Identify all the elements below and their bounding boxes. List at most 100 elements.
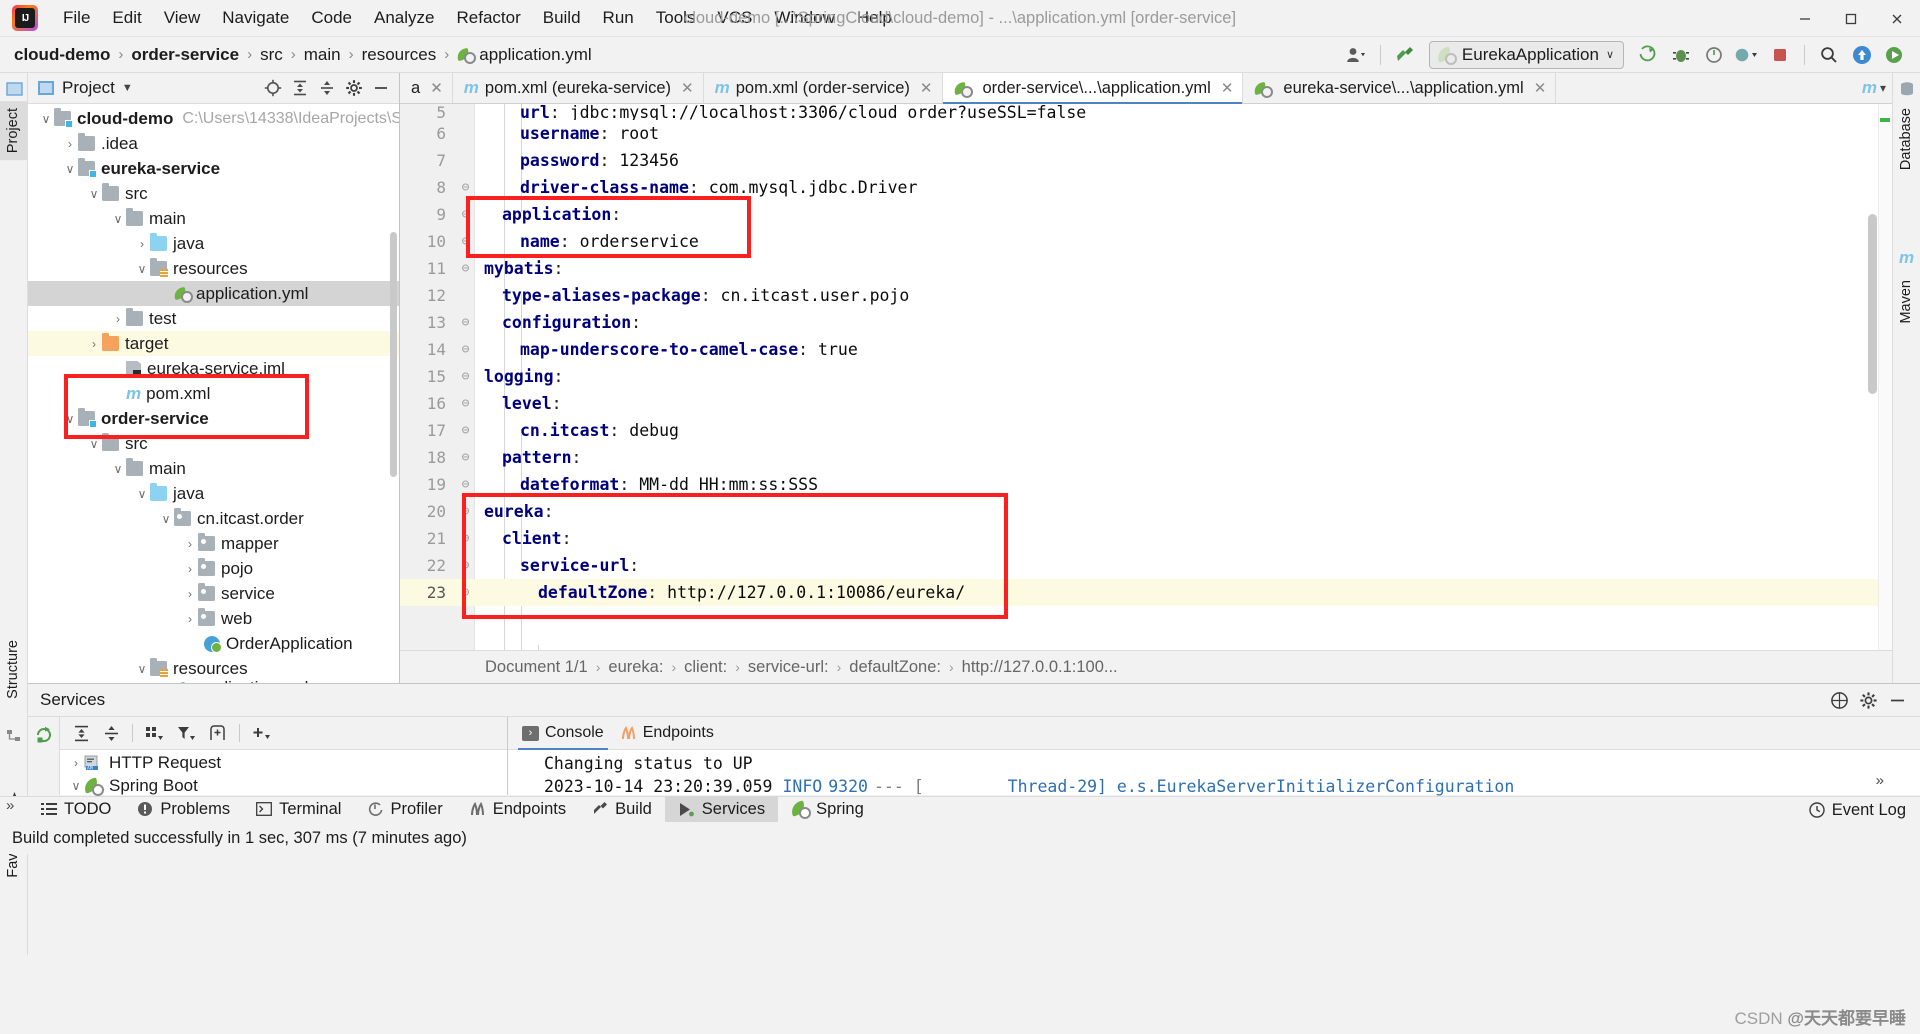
fold-marker[interactable]: ⊖ [456, 181, 475, 194]
expand-arrow-icon[interactable]: ∨ [158, 512, 174, 526]
fold-marker[interactable]: ⊖ [456, 343, 475, 356]
tree-row-test[interactable]: › test [28, 306, 399, 331]
sidebar-tab-structure[interactable]: Structure [0, 633, 27, 706]
code-line-5[interactable]: 5 url: jdbc:mysql://localhost:3306/cloud… [400, 104, 1892, 120]
maximize-button[interactable] [1828, 0, 1874, 37]
expand-arrow-icon[interactable]: ∨ [134, 662, 150, 676]
breadcrumb-url-value[interactable]: http://127.0.0.1:100... [962, 658, 1118, 677]
event-log-tab[interactable]: Event Log [1808, 797, 1906, 823]
expand-arrow-icon[interactable]: › [182, 612, 198, 626]
expand-arrow-icon[interactable]: ∨ [62, 162, 78, 176]
tab-spring[interactable]: Spring [778, 796, 877, 822]
editor-tab-order-application-yml[interactable]: order-service\...\application.yml ✕ [942, 73, 1244, 104]
services-tree-row-http-request[interactable]: › API HTTP Request [60, 750, 507, 775]
expand-arrow-icon[interactable]: ∨ [110, 212, 126, 226]
project-tree[interactable]: ∨ cloud-demo C:\Users\14338\IdeaProjects… [28, 104, 399, 683]
code-line-14[interactable]: 14 ⊖ map-underscore-to-camel-case: true [400, 336, 1892, 363]
tree-row-idea[interactable]: › .idea [28, 131, 399, 156]
expand-arrow-icon[interactable]: ∨ [134, 262, 150, 276]
run-with-profiler-icon[interactable] [1699, 41, 1729, 69]
breadcrumb-eureka[interactable]: eureka: [608, 658, 663, 677]
expand-tool-windows-icon[interactable]: » [6, 797, 14, 814]
tree-row-resources[interactable]: ∨ resources [28, 256, 399, 281]
expand-arrow-icon[interactable]: › [182, 537, 198, 551]
editor-tab-eureka-application-yml[interactable]: eureka-service\...\application.yml ✕ [1243, 73, 1557, 103]
add-service-icon[interactable] [251, 724, 272, 743]
fold-marker[interactable]: ⊖ [456, 235, 475, 248]
tree-row-package-pojo[interactable]: › pojo [28, 556, 399, 581]
tree-row-pom-xml-eureka[interactable]: m pom.xml [28, 381, 399, 406]
expand-all-icon[interactable] [72, 724, 91, 743]
tree-row-src-order[interactable]: ∨ src [28, 431, 399, 456]
chevron-down-icon[interactable]: ▾ [1880, 81, 1886, 95]
tree-row-order-service[interactable]: ∨ order-service [28, 406, 399, 431]
fold-marker[interactable]: ⊖ [456, 397, 475, 410]
tree-row-target[interactable]: › target [28, 331, 399, 356]
user-account-icon[interactable] [1341, 41, 1371, 69]
editor-tab-pom-eureka[interactable]: m pom.xml (eureka-service) ✕ [453, 73, 704, 103]
code-line-22[interactable]: 22 ⊖ service-url: [400, 552, 1892, 579]
nav-crumb-src[interactable]: src [260, 45, 283, 65]
fold-marker[interactable]: ⊖ [456, 586, 475, 599]
search-icon[interactable] [1814, 41, 1844, 69]
expand-arrow-icon[interactable]: › [182, 562, 198, 576]
run-configuration-selector[interactable]: EurekaApplication ∨ [1428, 40, 1624, 69]
menu-view[interactable]: View [153, 5, 212, 31]
run-dropdown-icon[interactable] [1880, 41, 1910, 69]
expand-all-icon[interactable] [287, 76, 312, 100]
update-project-icon[interactable] [1847, 41, 1877, 69]
sidebar-tab-database[interactable]: Database [1892, 101, 1920, 177]
tab-endpoints[interactable]: Endpoints [620, 717, 714, 750]
tab-console[interactable]: › Console [518, 717, 608, 750]
expand-arrow-icon[interactable]: › [62, 137, 78, 151]
group-by-icon[interactable] [144, 724, 165, 743]
tree-row-package-cn-itcast-order[interactable]: ∨ cn.itcast.order [28, 506, 399, 531]
sidebar-tab-project[interactable]: Project [0, 101, 27, 161]
menu-navigate[interactable]: Navigate [211, 5, 300, 31]
minimize-button[interactable] [1782, 0, 1828, 37]
error-stripe-gutter[interactable] [1878, 104, 1892, 683]
tab-services[interactable]: Services [664, 796, 779, 822]
tree-row-order-application[interactable]: OrderApplication [28, 631, 399, 656]
rerun-icon[interactable] [34, 725, 54, 745]
close-icon[interactable]: ✕ [681, 79, 694, 97]
fold-marker[interactable]: ⊖ [456, 208, 475, 221]
nav-crumb-main[interactable]: main [304, 45, 341, 65]
tree-row-eureka-service-iml[interactable]: eureka-service.iml [28, 356, 399, 381]
tree-row-package-web[interactable]: › web [28, 606, 399, 631]
tab-todo[interactable]: TODO [28, 796, 124, 822]
code-line-18[interactable]: 18 ⊖ pattern: [400, 444, 1892, 471]
close-button[interactable] [1874, 0, 1920, 37]
expand-arrow-icon[interactable]: ∨ [68, 779, 84, 793]
close-icon[interactable]: ✕ [1221, 79, 1234, 97]
settings-gear-icon[interactable] [341, 76, 366, 100]
tab-terminal[interactable]: Terminal [243, 796, 354, 822]
services-tree-row-spring-boot[interactable]: ∨ Spring Boot [60, 775, 507, 797]
nav-crumb-resources[interactable]: resources [362, 45, 437, 65]
code-line-20[interactable]: 20 ⊖ eureka: [400, 498, 1892, 525]
menu-file[interactable]: File [52, 5, 101, 31]
fold-marker[interactable]: ⊖ [456, 559, 475, 572]
code-line-19[interactable]: 19 ⊖ dateformat: MM-dd HH:mm:ss:SSS [400, 471, 1892, 498]
nav-crumb-cloud-demo[interactable]: cloud-demo [14, 45, 110, 65]
tree-row-package-mapper[interactable]: › mapper [28, 531, 399, 556]
code-line-8[interactable]: 8 ⊖ driver-class-name: com.mysql.jdbc.Dr… [400, 174, 1892, 201]
code-line-15[interactable]: 15 ⊖ logging: [400, 363, 1892, 390]
expand-arrow-icon[interactable]: ∨ [86, 187, 102, 201]
editor-tab-a[interactable]: a ✕ [400, 73, 453, 103]
code-editor[interactable]: 5 url: jdbc:mysql://localhost:3306/cloud… [400, 104, 1892, 683]
build-hammer-icon[interactable] [1390, 41, 1420, 69]
code-line-23[interactable]: 23 ⊖ defaultZone: http://127.0.0.1:10086… [400, 579, 1892, 606]
close-icon[interactable]: ✕ [1534, 79, 1547, 97]
tab-endpoints[interactable]: Endpoints [456, 796, 579, 822]
fold-marker[interactable]: ⊖ [456, 424, 475, 437]
code-line-12[interactable]: 12 type-aliases-package: cn.itcast.user.… [400, 282, 1892, 309]
expand-arrow-icon[interactable]: ∨ [134, 487, 150, 501]
expand-arrow-icon[interactable]: ∨ [38, 112, 54, 126]
fold-marker[interactable]: ⊖ [456, 451, 475, 464]
code-line-16[interactable]: 16 ⊖ level: [400, 390, 1892, 417]
project-view-dropdown-icon[interactable]: ▼ [122, 82, 133, 94]
run-with-coverage-icon[interactable] [1633, 41, 1663, 69]
fold-marker[interactable]: ⊖ [456, 478, 475, 491]
project-tree-scrollbar[interactable] [390, 232, 397, 477]
